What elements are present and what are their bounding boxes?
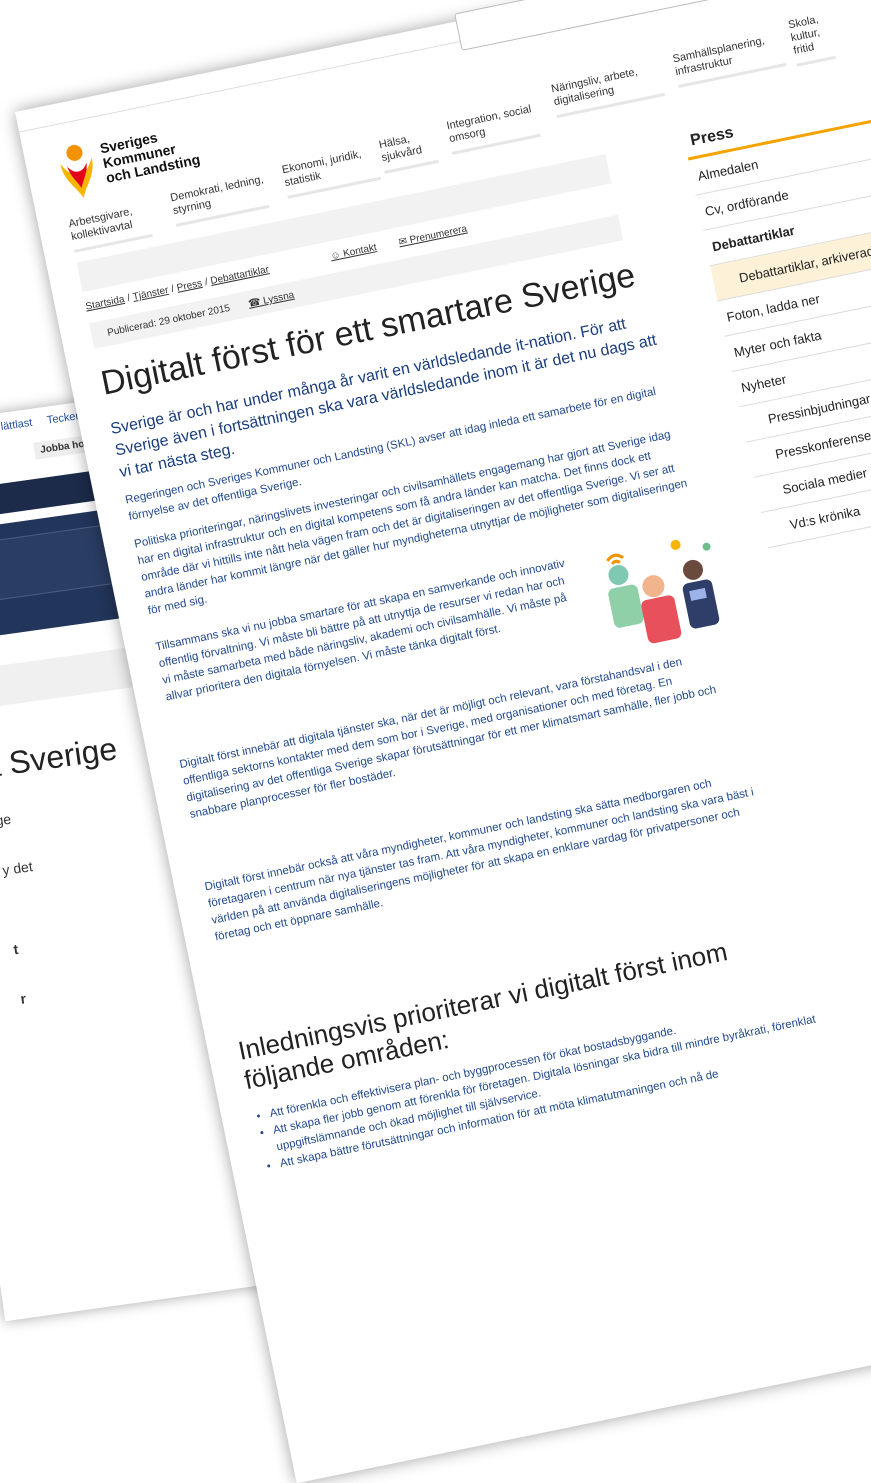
kontakt-link[interactable]: ☺ Kontakt xyxy=(330,242,378,262)
nav-item-naringsliv[interactable]: Näringsliv, arbete, digitalisering xyxy=(550,62,665,118)
listen-button[interactable]: ☎ Lyssna xyxy=(247,290,295,310)
nav-item-integration[interactable]: Integration, social omsorg xyxy=(446,102,541,154)
published-date: Publicerad: 29 oktober 2015 xyxy=(106,302,232,339)
nav-item-halsa[interactable]: Hälsa, sjukvård xyxy=(378,128,439,173)
nav-item-samhallsplanering[interactable]: Samhällsplanering, infrastruktur xyxy=(672,32,787,88)
people-illustration xyxy=(606,539,720,644)
background-text-line: ge xyxy=(0,810,13,829)
breadcrumb-link[interactable]: Press xyxy=(176,278,203,294)
nav-item-skola[interactable]: Skola, kultur, fritid xyxy=(787,12,836,67)
skl-logo-icon xyxy=(60,144,93,198)
breadcrumb-link[interactable]: Debattartiklar xyxy=(210,264,270,287)
background-text-line: y det xyxy=(1,858,34,879)
press-sidebar: Press Almedalen Cv, ordförande Debattart… xyxy=(681,71,871,549)
background-text-line: r xyxy=(19,990,28,1007)
background-text-line: t xyxy=(12,940,20,958)
background-title: iga Sverige xyxy=(0,730,120,789)
prenumerera-label: Prenumerera xyxy=(408,223,469,247)
breadcrumb-link[interactable]: Tjänster xyxy=(132,285,170,303)
prenumerera-link[interactable]: ✉ Prenumerera xyxy=(398,224,468,249)
listen-label: Lyssna xyxy=(262,289,296,307)
background-link-lattlast[interactable]: lättlast xyxy=(0,417,33,433)
breadcrumb-link[interactable]: Startsida xyxy=(85,294,126,313)
nav-item-ekonomi[interactable]: Ekonomi, juridik, statistik xyxy=(281,145,381,198)
kontakt-label: Kontakt xyxy=(342,242,378,260)
logo-text: Sveriges Kommuner och Landsting xyxy=(98,123,201,186)
